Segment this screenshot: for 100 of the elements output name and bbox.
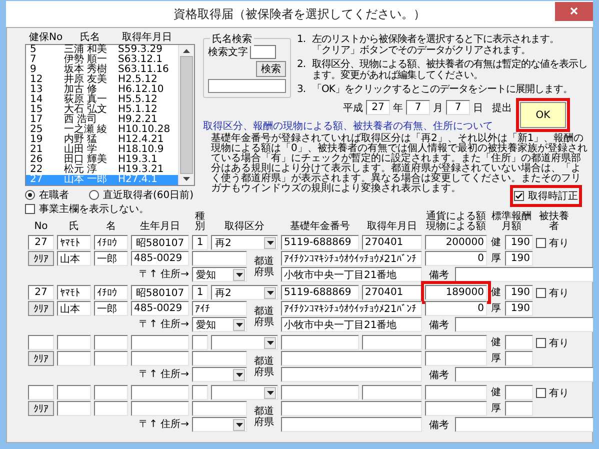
checkbox[interactable]: [536, 338, 546, 348]
given-name-kana-field[interactable]: [94, 335, 128, 350]
checkbox[interactable]: [514, 191, 524, 201]
given-name-field[interactable]: 一郎: [94, 251, 128, 266]
surname-field[interactable]: 山本: [57, 251, 91, 266]
cash-amount-field[interactable]: 200000: [425, 235, 487, 250]
in-kind-amount-field[interactable]: [425, 401, 487, 416]
list-item[interactable]: 7 伊勢 順一 S63.12.1: [26, 55, 178, 65]
checkbox[interactable]: [536, 288, 546, 298]
prefecture-kana-field[interactable]: [192, 401, 247, 416]
pension-salary-field[interactable]: 190: [505, 301, 533, 316]
list-item[interactable]: 26 田口 輝美 H19.3.1: [26, 155, 178, 165]
number-field[interactable]: 27: [28, 285, 54, 300]
health-salary-field[interactable]: 190: [505, 285, 533, 300]
list-item[interactable]: 9 坂本 秀樹 S63.11.16: [26, 65, 178, 75]
cash-amount-field[interactable]: [425, 385, 487, 400]
birth-date-field[interactable]: [131, 385, 189, 400]
given-name-field[interactable]: [94, 401, 128, 416]
acquired-date-field[interactable]: [362, 335, 422, 350]
in-kind-amount-field[interactable]: [425, 351, 487, 366]
surname-kana-field[interactable]: [57, 335, 91, 350]
prefecture-dropdown[interactable]: 愛知: [192, 267, 247, 282]
acquired-date-field[interactable]: 270401: [362, 235, 422, 250]
clear-button[interactable]: ｸﾘｱ: [28, 401, 54, 416]
pension-number-field[interactable]: 5119-688869: [281, 235, 359, 250]
category-dropdown[interactable]: [211, 385, 278, 400]
acquired-date-field[interactable]: 270401: [362, 285, 422, 300]
remark-field[interactable]: [455, 267, 593, 282]
category-dropdown[interactable]: 再2: [211, 235, 278, 250]
cash-amount-field[interactable]: 189000: [425, 285, 487, 300]
given-name-kana-field[interactable]: ｲﾁﾛｳ: [94, 285, 128, 300]
checkbox[interactable]: [536, 238, 546, 248]
employee-list[interactable]: [25, 44, 195, 186]
pension-number-field[interactable]: [281, 335, 359, 350]
list-item[interactable]: 15 大石 弘文 H5.1.12: [26, 105, 178, 115]
surname-field[interactable]: [57, 401, 91, 416]
list-item[interactable]: 14 荻原 真一 H5.5.12: [26, 95, 178, 105]
surname-kana-field[interactable]: ﾔﾏﾓﾄ: [57, 285, 91, 300]
prefecture-kana-field[interactable]: ｱｲﾁ: [192, 301, 247, 316]
search-button[interactable]: 検索: [256, 61, 286, 77]
remark-field[interactable]: [455, 417, 593, 432]
address-field[interactable]: 小牧市中央一丁目21番地: [281, 317, 422, 332]
month-field[interactable]: 7: [406, 100, 430, 115]
prefecture-kana-field[interactable]: [192, 251, 247, 266]
pension-number-field[interactable]: [281, 385, 359, 400]
prefecture-dropdown[interactable]: [192, 417, 247, 432]
given-name-kana-field[interactable]: [94, 385, 128, 400]
list-item[interactable]: 19 内野 猛 H12.4.21: [26, 135, 178, 145]
category-dropdown[interactable]: 再2: [211, 285, 278, 300]
list-item[interactable]: 25 一之瀬 綾 H10.10.28: [26, 125, 178, 135]
birth-date-field[interactable]: 昭580107: [131, 285, 189, 300]
clear-button[interactable]: ｸﾘｱ: [28, 301, 54, 316]
postal-code-field[interactable]: 485-0029: [131, 251, 189, 266]
health-salary-field[interactable]: [505, 385, 533, 400]
checkbox[interactable]: [536, 388, 546, 398]
given-name-field[interactable]: 一郎: [94, 301, 128, 316]
radio-button[interactable]: [89, 190, 99, 200]
surname-kana-field[interactable]: [57, 385, 91, 400]
in-kind-amount-field[interactable]: 0: [425, 301, 487, 316]
checkbox[interactable]: [25, 204, 35, 214]
year-field[interactable]: 27: [366, 100, 390, 115]
list-item[interactable]: 12 井原 友美 H2.5.12: [26, 75, 178, 85]
address-kana-field[interactable]: ｱｲﾁｸﾝｺﾏｷｼﾁｭｳｵｳｲｯﾁｮｳﾒ21ﾊﾞﾝﾁ: [281, 251, 422, 266]
type-field[interactable]: [192, 335, 208, 350]
in-kind-amount-field[interactable]: 0: [425, 251, 487, 266]
address-kana-field[interactable]: [281, 401, 422, 416]
scrollbar-thumb[interactable]: [180, 56, 193, 174]
address-field[interactable]: [281, 417, 422, 432]
prefecture-kana-field[interactable]: [192, 351, 247, 366]
pension-salary-field[interactable]: [505, 401, 533, 416]
address-field[interactable]: 小牧市中央一丁目21番地: [281, 267, 422, 282]
prefecture-dropdown[interactable]: [192, 367, 247, 382]
given-name-kana-field[interactable]: ｲﾁﾛｳ: [94, 235, 128, 250]
health-salary-field[interactable]: 190: [505, 235, 533, 250]
list-item[interactable]: 22 松元 淳 H19.3.21: [26, 165, 178, 175]
remark-field[interactable]: [455, 367, 593, 382]
number-field[interactable]: [28, 385, 54, 400]
remark-field[interactable]: [455, 317, 593, 332]
search-results-box[interactable]: [208, 79, 286, 93]
cash-amount-field[interactable]: [425, 335, 487, 350]
number-field[interactable]: [28, 335, 54, 350]
surname-field[interactable]: [57, 351, 91, 366]
search-field[interactable]: [250, 45, 276, 59]
address-kana-field[interactable]: ｱｲﾁｸﾝｺﾏｷｼﾁｭｳｵｳｲｯﾁｮｳﾒ21ﾊﾞﾝﾁ: [281, 301, 422, 316]
scrollbar[interactable]: [178, 45, 194, 185]
day-field[interactable]: 7: [446, 100, 470, 115]
surname-field[interactable]: 山本: [57, 301, 91, 316]
ok-button[interactable]: OK: [520, 102, 566, 128]
given-name-field[interactable]: [94, 351, 128, 366]
list-item[interactable]: 5 三浦 和美 S59.3.29: [26, 45, 178, 55]
type-field[interactable]: 1: [192, 235, 208, 250]
postal-code-field[interactable]: [131, 351, 189, 366]
acquired-date-field[interactable]: [362, 385, 422, 400]
clear-button[interactable]: ｸﾘｱ: [28, 351, 54, 366]
pension-salary-field[interactable]: 190: [505, 251, 533, 266]
postal-code-field[interactable]: 485-0029: [131, 301, 189, 316]
list-item[interactable]: 17 西 浩司 H9.2.21: [26, 115, 178, 125]
close-button[interactable]: [555, 2, 593, 20]
category-dropdown[interactable]: [211, 335, 278, 350]
surname-kana-field[interactable]: ﾔﾏﾓﾄ: [57, 235, 91, 250]
